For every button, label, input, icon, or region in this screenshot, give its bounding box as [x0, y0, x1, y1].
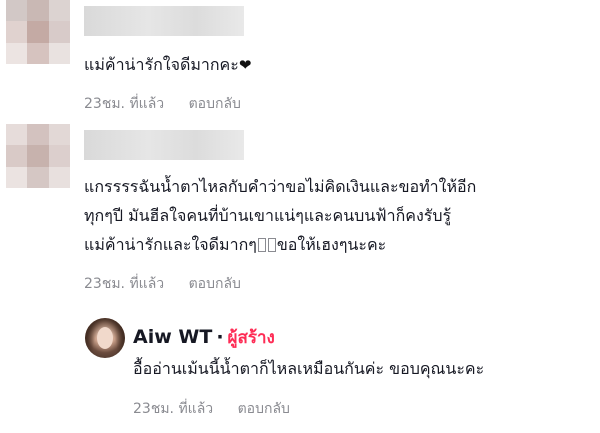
reply-author-name[interactable]: Aiw WT	[133, 326, 212, 348]
reply-button[interactable]: ตอบกลับ	[238, 401, 290, 417]
commenter-name[interactable]	[84, 130, 244, 160]
creator-badge: ผู้สร้าง	[227, 328, 275, 348]
separator-dot: ·	[216, 326, 224, 348]
reply-button[interactable]: ตอบกลับ	[189, 276, 241, 292]
reply-time: 23ชม. ที่แล้ว	[133, 401, 214, 417]
comment-time: 23ชม. ที่แล้ว	[84, 276, 165, 292]
comment-text-line-3: แม่ค้าน่ารักและใจดีมากๆ ขอให้เฮงๆนะคะ	[84, 235, 387, 254]
comment-time: 23ชม. ที่แล้ว	[84, 96, 165, 112]
commenter-name[interactable]	[84, 6, 244, 36]
comment-text: แม่ค้าน่ารักใจดีมากคะ❤	[84, 50, 251, 80]
comment-meta: 23ชม. ที่แล้ว ตอบกลับ	[84, 93, 241, 115]
comment-meta: 23ชม. ที่แล้ว ตอบกลับ	[84, 273, 241, 295]
comment-text-line-2: ทุกๆปี มันฮีลใจคนที่บ้านเขาแน่ๆและคนบนฟ้…	[84, 206, 452, 225]
missing-emoji-glyph	[257, 238, 266, 252]
heart-icon: ❤	[238, 56, 252, 74]
comment-text-line-1: แกรรรรฉันน้ำตาไหลกับคำว่าขอไม่คิดเงินและ…	[84, 177, 477, 196]
reply-meta: 23ชม. ที่แล้ว ตอบกลับ	[133, 398, 290, 420]
missing-emoji-glyph	[267, 238, 276, 252]
creator-avatar[interactable]	[85, 318, 125, 358]
reply-author-line: Aiw WT · ผู้สร้าง	[133, 324, 275, 351]
commenter-avatar[interactable]	[6, 124, 70, 188]
commenter-avatar[interactable]	[6, 0, 70, 64]
reply-button[interactable]: ตอบกลับ	[189, 96, 241, 112]
reply-text: อื้ออ่านเม้นนี้น้ำตาก็ไหลเหมือนกันค่ะ ขอ…	[133, 359, 485, 378]
